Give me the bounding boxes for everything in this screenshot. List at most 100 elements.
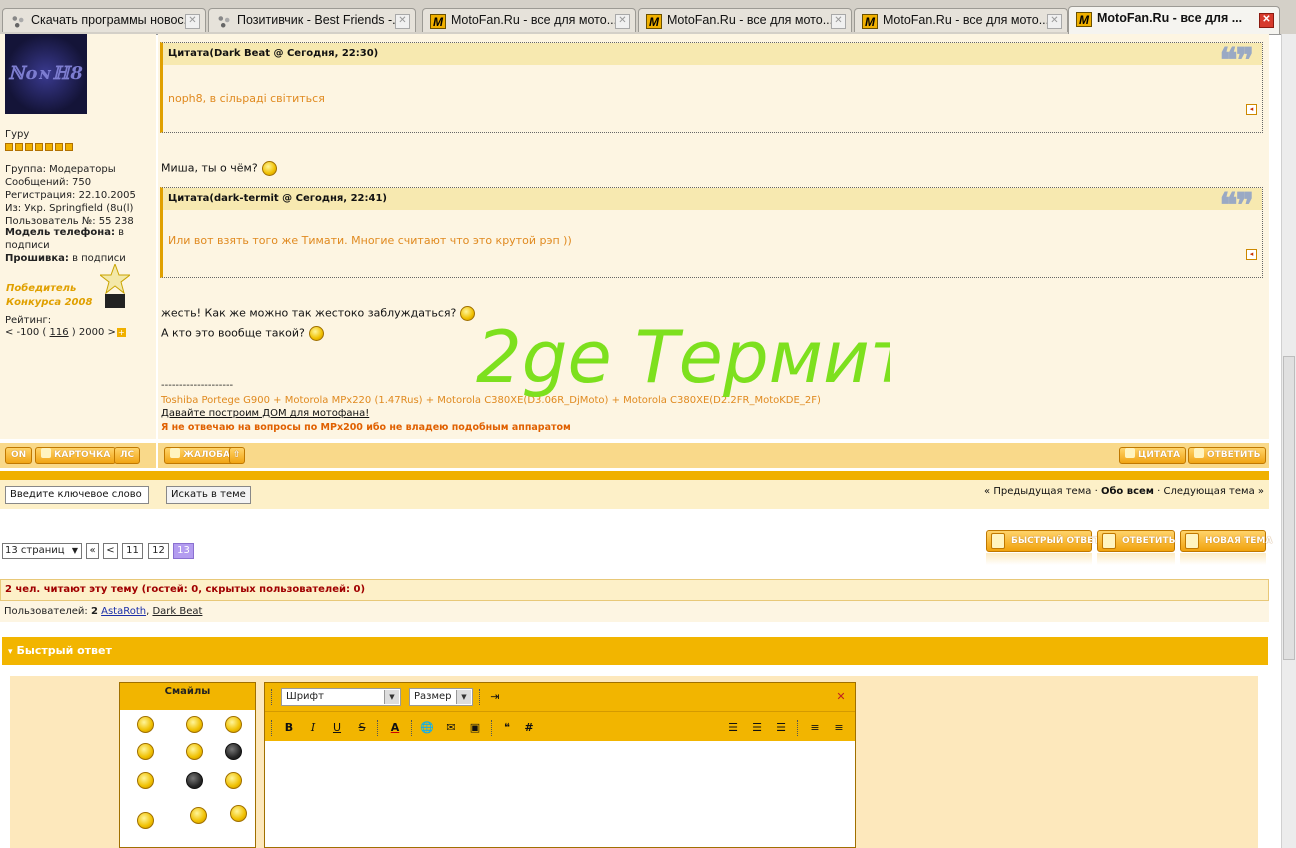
- new-topic-button[interactable]: НОВАЯ ТЕМА: [1180, 530, 1272, 552]
- report-button[interactable]: ЖАЛОБА: [164, 447, 236, 464]
- user-rank: Гуру: [5, 129, 30, 140]
- first-page-button[interactable]: «: [86, 543, 99, 559]
- page-12-link[interactable]: 12: [148, 543, 169, 559]
- font-size-dropdown[interactable]: Размер ▼: [409, 688, 473, 706]
- page-count-dropdown[interactable]: 13 страниц ▼: [2, 543, 82, 559]
- indent-icon[interactable]: ⇥: [487, 689, 503, 705]
- forum-link[interactable]: Обо всем: [1101, 486, 1154, 497]
- reply-button[interactable]: ОТВЕТИТЬ: [1188, 447, 1267, 464]
- page-count-label: 13 страниц: [5, 545, 65, 556]
- tab-title: MotoFan.Ru - все для мото...: [667, 13, 834, 27]
- smiley-sad-icon[interactable]: [137, 716, 154, 733]
- button-reflection: [986, 553, 1092, 565]
- tab-1[interactable]: Скачать программы новос... ✕: [2, 8, 206, 32]
- fast-reply-button[interactable]: БЫСТРЫЙ ОТВЕТ: [986, 530, 1099, 552]
- reply-topic-button[interactable]: ОТВЕТИТЬ: [1097, 530, 1175, 552]
- toolbar-grip: [411, 720, 414, 736]
- tab-close-icon[interactable]: ✕: [1047, 14, 1062, 29]
- warning-icon: [170, 448, 180, 458]
- underline-button[interactable]: U: [329, 720, 345, 736]
- scroll-top-button[interactable]: ⇧: [229, 447, 245, 464]
- text-color-button[interactable]: A: [387, 720, 403, 736]
- smiley-grin-icon[interactable]: [137, 812, 154, 829]
- avatar: ℕoɴℍ8: [5, 34, 87, 114]
- scrollbar-thumb[interactable]: [1283, 356, 1295, 660]
- signature-divider: --------------------: [161, 380, 234, 391]
- font-family-dropdown[interactable]: Шрифт ▼: [281, 688, 401, 706]
- tab-2[interactable]: Позитивчик - Best Friends -... ✕: [208, 8, 416, 32]
- align-center-icon[interactable]: ☰: [749, 720, 765, 736]
- user-link-astaroth[interactable]: AstaRoth: [101, 606, 146, 617]
- smiley-confused-icon[interactable]: [225, 772, 242, 789]
- smiley-smile-icon[interactable]: [186, 716, 203, 733]
- align-left-icon[interactable]: ☰: [725, 720, 741, 736]
- close-editor-icon[interactable]: ✕: [833, 689, 849, 705]
- winner-line1: Победитель: [6, 283, 77, 294]
- quote-header-text: Цитата(Dark Beat @ Сегодня, 22:30): [168, 48, 379, 59]
- next-topic-link[interactable]: Следующая тема »: [1164, 486, 1264, 497]
- tab-5[interactable]: M MotoFan.Ru - все для мото... ✕: [854, 8, 1068, 32]
- editor-textarea[interactable]: [265, 741, 855, 847]
- tab-close-icon[interactable]: ✕: [831, 14, 846, 29]
- users-count: 2: [90, 606, 98, 617]
- tab-title: Позитивчик - Best Friends -...: [237, 13, 403, 27]
- motofan-favicon-icon: M: [646, 14, 662, 29]
- smiley-cool-icon[interactable]: [137, 772, 154, 789]
- tab-close-icon[interactable]: ✕: [615, 14, 630, 29]
- bold-button[interactable]: B: [281, 720, 297, 736]
- email-icon[interactable]: ✉: [443, 720, 459, 736]
- image-icon[interactable]: ▣: [467, 720, 483, 736]
- italic-button[interactable]: I: [305, 720, 321, 736]
- tab-close-icon[interactable]: ✕: [185, 14, 200, 29]
- rating-value-link[interactable]: 116: [50, 327, 69, 338]
- code-hash-button[interactable]: #: [521, 720, 537, 736]
- reply-icon: [1102, 533, 1116, 549]
- tab-6-active[interactable]: M MotoFan.Ru - все для ... ✕: [1068, 6, 1280, 34]
- online-button[interactable]: ON: [5, 447, 33, 464]
- reply-label: ОТВЕТИТЬ: [1207, 450, 1261, 460]
- smiley-wink-icon[interactable]: [190, 807, 207, 824]
- quote-source-link-icon[interactable]: ◂: [1246, 249, 1257, 260]
- private-message-button[interactable]: ЛС: [114, 447, 141, 464]
- rating-plus-icon[interactable]: +: [116, 328, 126, 337]
- profile-card-button[interactable]: КАРТОЧКА: [35, 447, 117, 464]
- topic-navigation: « Предыдущая тема · Обо всем · Следующая…: [984, 486, 1264, 497]
- smiley-happy-icon[interactable]: [225, 716, 242, 733]
- unordered-list-icon[interactable]: ≡: [831, 720, 847, 736]
- tab-close-icon[interactable]: ✕: [395, 14, 410, 29]
- smiley-laugh-icon[interactable]: [186, 743, 203, 760]
- smiley-thinking-icon[interactable]: [230, 805, 247, 822]
- quote-button[interactable]: ЦИТАТА: [1119, 447, 1187, 464]
- search-topic-button[interactable]: Искать в теме: [166, 486, 251, 504]
- reply-icon: [1194, 448, 1204, 458]
- tab-close-icon[interactable]: ✕: [1259, 13, 1274, 28]
- ordered-list-icon[interactable]: ≡: [807, 720, 823, 736]
- strike-button[interactable]: S: [354, 720, 370, 736]
- tab-4[interactable]: M MotoFan.Ru - все для мото... ✕: [638, 8, 852, 32]
- profile-card-label: КАРТОЧКА: [54, 450, 111, 460]
- toolbar-grip: [491, 720, 494, 736]
- quote-insert-icon[interactable]: ❝: [499, 720, 515, 736]
- user-link-dark-beat[interactable]: Dark Beat: [152, 606, 202, 617]
- signature-note: Я не отвечаю на вопросы по MPx200 ибо не…: [161, 422, 571, 433]
- smiley-ninja-icon[interactable]: [225, 743, 242, 760]
- page-13-current: 13: [173, 543, 194, 559]
- nav-separator: ·: [1153, 486, 1164, 497]
- rank-pips: [5, 141, 75, 154]
- chevron-down-icon: ▼: [456, 690, 471, 704]
- quote-marks-icon: ❝❞: [1219, 186, 1254, 226]
- prev-page-button[interactable]: <: [103, 543, 118, 559]
- prev-topic-link[interactable]: « Предыдущая тема: [984, 486, 1091, 497]
- signature-link[interactable]: Давайте построим ДОМ для мотофана!: [161, 408, 369, 419]
- link-globe-icon[interactable]: 🌐: [419, 720, 435, 736]
- page-11-link[interactable]: 11: [122, 543, 143, 559]
- tab-3[interactable]: M MotoFan.Ru - все для мото... ✕: [422, 8, 636, 32]
- smiley-shout-icon[interactable]: [186, 772, 203, 789]
- smiley-angry-icon[interactable]: [137, 743, 154, 760]
- keyword-search-input[interactable]: Введите ключевое слово: [5, 486, 149, 504]
- quick-reply-header[interactable]: ▾ Быстрый ответ: [2, 637, 1268, 665]
- quote-source-link-icon[interactable]: ◂: [1246, 104, 1257, 115]
- vertical-scrollbar[interactable]: [1281, 34, 1296, 848]
- align-right-icon[interactable]: ☰: [773, 720, 789, 736]
- collapse-icon: ▾: [8, 647, 13, 657]
